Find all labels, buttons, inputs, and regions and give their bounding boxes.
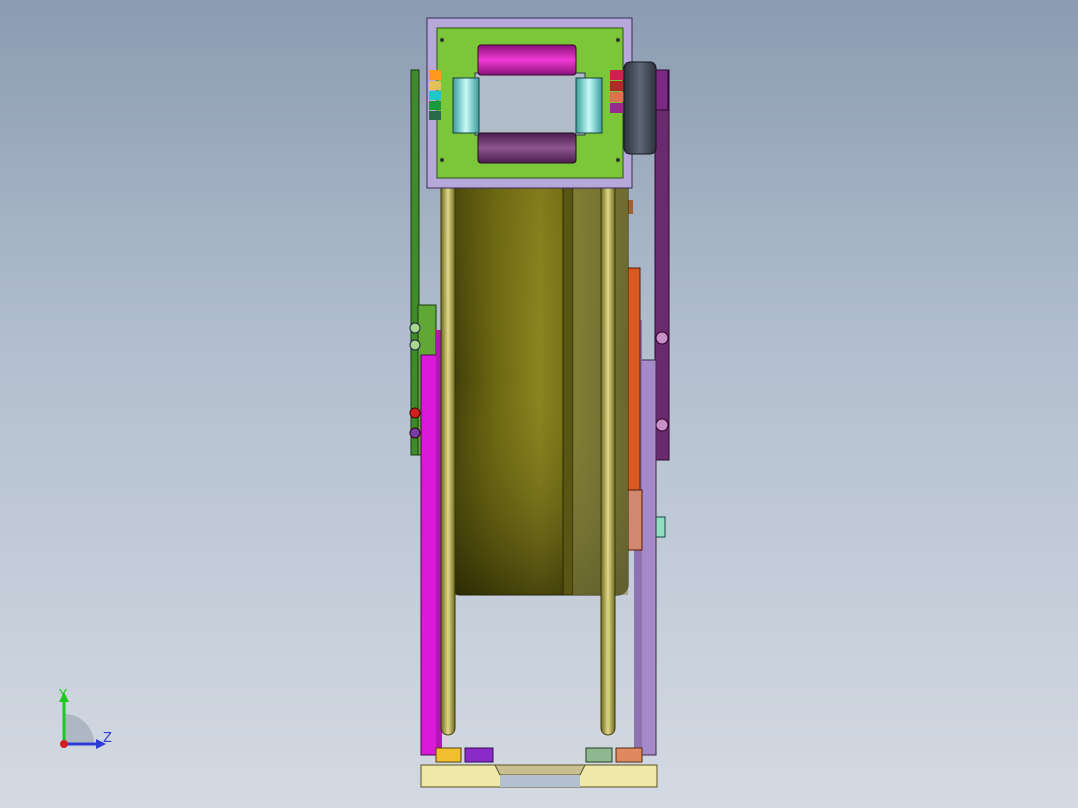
triad-y-label: Y <box>59 688 67 703</box>
top-roller[interactable] <box>477 44 577 76</box>
left-side-roller[interactable] <box>452 77 480 134</box>
reel-assembly-model[interactable] <box>0 0 1078 808</box>
base-plate[interactable] <box>420 747 658 788</box>
left-side-plate[interactable] <box>420 330 442 756</box>
right-side-roller[interactable] <box>575 77 603 134</box>
pulley[interactable] <box>623 61 657 155</box>
right-belt[interactable] <box>654 69 670 538</box>
bottom-roller[interactable] <box>477 132 577 164</box>
left-bolt-stack[interactable] <box>429 70 441 120</box>
triad-z-label: Z <box>103 731 112 746</box>
x-axis-icon <box>60 740 68 748</box>
cad-graphics-area[interactable]: Y Z <box>0 0 1078 808</box>
